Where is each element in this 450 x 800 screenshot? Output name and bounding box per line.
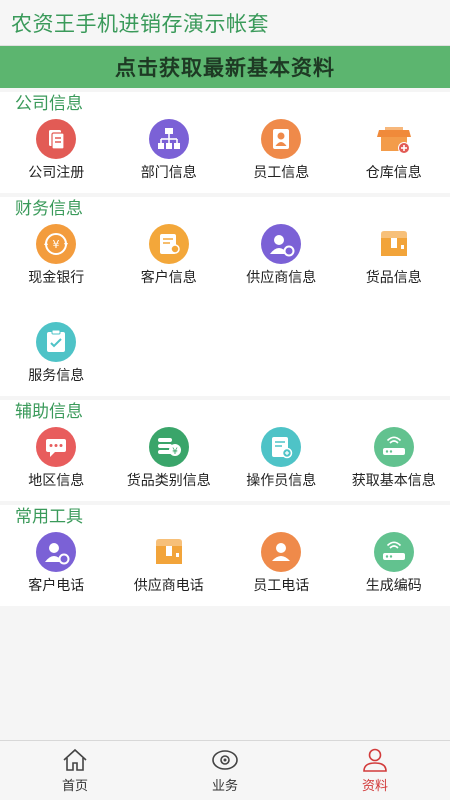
menu-item-warehouse[interactable]: 仓库信息: [338, 117, 450, 189]
app-title: 农资王手机进销存演示帐套: [11, 11, 269, 36]
tab-profile[interactable]: 资料: [300, 741, 450, 800]
menu-item-label: 现金银行: [28, 270, 85, 286]
menu-item-label: 货品信息: [365, 270, 422, 286]
section-title: 常用工具: [15, 507, 83, 527]
menu-item-label: 员工电话: [253, 578, 310, 594]
menu-item-employee[interactable]: 员工信息: [225, 117, 338, 189]
warehouse-icon: [376, 127, 411, 154]
menu-item-label: 员工信息: [253, 165, 310, 181]
section-common-tools: 常用工具 客户电话 供应商电话 员工电话 生成编码: [0, 505, 450, 606]
menu-item-generate-code[interactable]: 生成编码: [338, 530, 450, 602]
menu-item-cash-bank[interactable]: ¥ 现金银行: [0, 222, 113, 294]
goods-box-icon: [380, 231, 407, 256]
menu-item-customer[interactable]: 客户信息: [113, 222, 226, 294]
supplier-user-icon: [261, 224, 302, 264]
operator-doc-icon: [261, 427, 302, 467]
org-chart-icon: [148, 119, 189, 159]
svg-text:¥: ¥: [172, 447, 178, 457]
clipboard-check-icon: [36, 322, 77, 362]
menu-item-department[interactable]: 部门信息: [113, 117, 226, 189]
customer-gear-icon: [36, 532, 77, 572]
menu-item-fetch-basic-info[interactable]: 获取基本信息: [338, 425, 450, 497]
section-auxiliary-info: 辅助信息 地区信息 ¥ 货品类别信息 操作员信息 获取基本信息: [0, 400, 450, 501]
router-icon: [373, 427, 414, 467]
menu-item-label: 服务信息: [28, 368, 85, 384]
menu-item-label: 供应商电话: [133, 578, 204, 594]
menu-item-supplier[interactable]: 供应商信息: [225, 222, 338, 294]
bottom-tab-bar: 首页 业务 资料: [0, 740, 450, 800]
menu-item-employee-phone[interactable]: 员工电话: [225, 530, 338, 602]
menu-item-service[interactable]: 服务信息: [0, 320, 113, 392]
section-title: 公司信息: [15, 94, 83, 114]
section-company-info: 公司信息 公司注册 部门信息 员工信息 仓库信息: [0, 92, 450, 193]
menu-item-label: 供应商信息: [246, 270, 317, 286]
menu-item-goods-category[interactable]: ¥ 货品类别信息: [113, 425, 226, 497]
router-icon: [373, 532, 414, 572]
person-icon: [261, 532, 302, 572]
section-finance-info: 财务信息 ¥ 现金银行 客户信息 供应商信息 货品信息 服务信息: [0, 197, 450, 396]
profile-icon: [363, 748, 387, 772]
menu-item-label: 仓库信息: [365, 165, 422, 181]
section-title: 辅助信息: [15, 402, 83, 422]
app-header: 农资王手机进销存演示帐套: [0, 0, 450, 45]
banner-label: 点击获取最新基本资料: [115, 56, 335, 80]
grid-spacer: [0, 294, 450, 320]
tab-business[interactable]: 业务: [150, 741, 300, 800]
menu-item-goods[interactable]: 货品信息: [338, 222, 450, 294]
menu-item-label: 获取基本信息: [351, 473, 436, 489]
document-icon: [36, 119, 77, 159]
tab-label: 业务: [211, 779, 238, 794]
menu-item-label: 地区信息: [28, 473, 85, 489]
menu-item-region[interactable]: 地区信息: [0, 425, 113, 497]
tab-home[interactable]: 首页: [0, 741, 150, 800]
customer-card-icon: [148, 224, 189, 264]
menu-item-label: 操作员信息: [246, 473, 317, 489]
eye-icon: [212, 750, 238, 770]
coins-icon: ¥: [148, 427, 189, 467]
menu-item-label: 客户电话: [28, 578, 85, 594]
tab-label: 资料: [361, 779, 388, 794]
map-chat-icon: [36, 427, 77, 467]
supplier-box-icon: [155, 539, 182, 564]
menu-item-operator[interactable]: 操作员信息: [225, 425, 338, 497]
menu-item-label: 货品类别信息: [126, 473, 211, 489]
svg-text:¥: ¥: [53, 238, 60, 251]
tab-label: 首页: [61, 779, 88, 794]
person-icon: [261, 119, 302, 159]
menu-item-label: 公司注册: [28, 165, 85, 181]
menu-item-customer-phone[interactable]: 客户电话: [0, 530, 113, 602]
section-title: 财务信息: [15, 199, 83, 219]
menu-item-supplier-phone[interactable]: 供应商电话: [113, 530, 226, 602]
refresh-basic-info-banner[interactable]: 点击获取最新基本资料: [0, 45, 450, 88]
menu-item-label: 生成编码: [365, 578, 422, 594]
menu-item-label: 部门信息: [140, 165, 197, 181]
money-cycle-icon: ¥: [36, 224, 77, 264]
home-icon: [63, 748, 87, 771]
menu-item-company-register[interactable]: 公司注册: [0, 117, 113, 189]
menu-item-label: 客户信息: [140, 270, 197, 286]
